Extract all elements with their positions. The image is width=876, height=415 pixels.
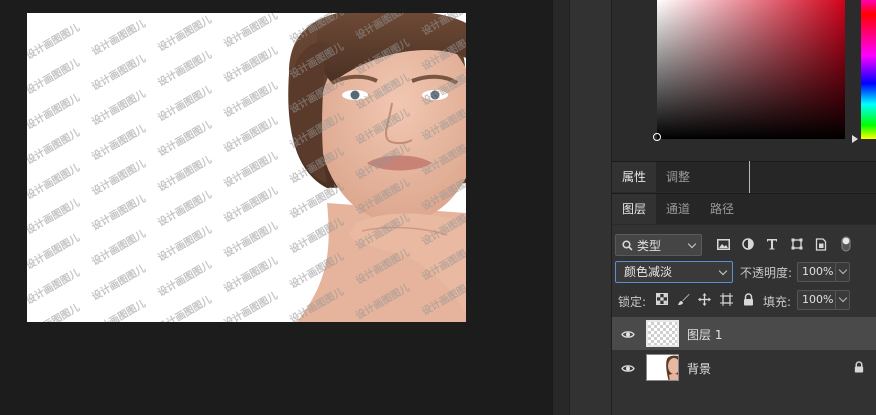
lock-image-pixels-icon[interactable] bbox=[675, 291, 691, 307]
search-icon bbox=[622, 239, 633, 251]
blend-mode-select[interactable]: 颜色减淡 bbox=[615, 261, 733, 283]
lock-icon[interactable] bbox=[853, 361, 865, 373]
image-filter-icon[interactable] bbox=[714, 235, 732, 253]
tab-properties[interactable]: 属性 bbox=[612, 162, 657, 192]
portrait-photo bbox=[288, 13, 466, 322]
lock-label: 锁定: bbox=[618, 295, 647, 309]
filter-type-label: 类型 bbox=[637, 238, 662, 253]
document-image[interactable]: 设计画图图儿 设计画图图儿 设计画图图儿 设计画图图儿 设计画图图儿 设计画图图儿 设计画图… bbox=[27, 13, 466, 322]
layer-name[interactable]: 背景 bbox=[687, 360, 711, 377]
blend-mode-value: 颜色减淡 bbox=[624, 265, 673, 279]
layers-panel: 类型 颜色减淡 不透明度: 100% 锁定: 填充: 100% 图层 1 背景 bbox=[612, 225, 876, 415]
layer-thumbnail[interactable] bbox=[646, 320, 679, 347]
opacity-input[interactable]: 100% bbox=[797, 262, 837, 282]
hue-slider[interactable] bbox=[861, 0, 876, 139]
type-filter-icon[interactable] bbox=[763, 235, 781, 253]
color-saturation-field[interactable] bbox=[657, 0, 845, 139]
lock-position-icon[interactable] bbox=[696, 291, 712, 307]
fill-label: 填充: bbox=[763, 295, 792, 309]
color-picker-panel bbox=[612, 0, 876, 160]
opacity-label: 不透明度: bbox=[740, 266, 793, 280]
layer-name[interactable]: 图层 1 bbox=[687, 326, 722, 343]
color-picker-cursor[interactable] bbox=[653, 133, 661, 141]
lock-transparent-pixels-icon[interactable] bbox=[654, 291, 670, 307]
opacity-dropdown-button[interactable] bbox=[835, 262, 850, 282]
chevron-down-icon bbox=[687, 239, 697, 249]
layers-tab-bar: 图层 通道 路径 bbox=[612, 193, 876, 224]
shape-filter-icon[interactable] bbox=[788, 235, 806, 253]
scrollbar-strip[interactable] bbox=[552, 0, 569, 415]
layer-filter-select[interactable]: 类型 bbox=[615, 234, 702, 256]
right-panel-dock: 属性 调整 图层 通道 路径 类型 颜色减淡 不透明度: 100% 锁定: 填充… bbox=[611, 0, 876, 415]
document-canvas-area[interactable]: 设计画图图儿 设计画图图儿 设计画图图儿 设计画图图儿 设计画图图儿 设计画图图儿 设计画图… bbox=[0, 0, 552, 415]
adjustment-filter-icon[interactable] bbox=[739, 235, 757, 253]
layer-row-layer-1[interactable]: 图层 1 bbox=[612, 317, 876, 350]
filter-toggle-icon[interactable] bbox=[837, 235, 855, 253]
tab-layers[interactable]: 图层 bbox=[612, 194, 657, 224]
smart-object-filter-icon[interactable] bbox=[812, 235, 830, 253]
eye-icon[interactable] bbox=[621, 327, 635, 341]
properties-tab-bar: 属性 调整 bbox=[612, 161, 876, 192]
tab-channels[interactable]: 通道 bbox=[656, 194, 700, 224]
chevron-down-icon bbox=[718, 266, 728, 276]
tab-adjustments[interactable]: 调整 bbox=[656, 162, 700, 192]
collapsed-panel-dock[interactable] bbox=[569, 0, 611, 415]
lock-all-icon[interactable] bbox=[740, 291, 756, 307]
layer-thumbnail[interactable] bbox=[646, 354, 679, 381]
panel-divider bbox=[749, 161, 750, 195]
layer-row-background[interactable]: 背景 bbox=[612, 351, 876, 384]
fill-dropdown-button[interactable] bbox=[835, 290, 850, 310]
eye-icon[interactable] bbox=[621, 361, 635, 375]
tab-paths[interactable]: 路径 bbox=[700, 194, 744, 224]
hue-pointer-icon[interactable] bbox=[852, 135, 858, 143]
lock-artboard-icon[interactable] bbox=[718, 291, 734, 307]
fill-input[interactable]: 100% bbox=[797, 290, 837, 310]
